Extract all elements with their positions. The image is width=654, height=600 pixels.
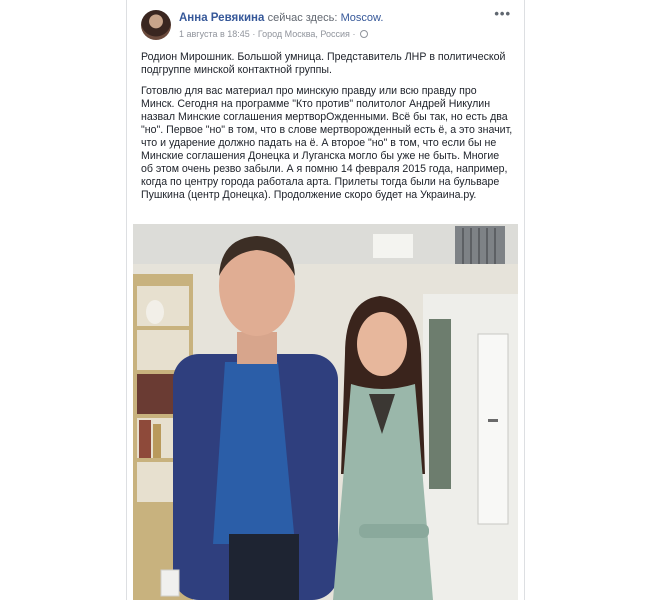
author-name-link[interactable]: Анна Ревякина xyxy=(179,12,264,24)
facebook-post-card: Анна Ревякина сейчас здесь: Moscow. 1 ав… xyxy=(126,0,525,600)
man-trousers xyxy=(229,534,299,600)
post-date-link[interactable]: 1 августа в 18:45 xyxy=(179,29,250,39)
curtain xyxy=(429,319,451,489)
post-header: Анна Ревякина сейчас здесь: Moscow. 1 ав… xyxy=(141,6,511,44)
author-avatar[interactable] xyxy=(141,10,171,40)
ceiling-light xyxy=(373,234,413,258)
post-meta: 1 августа в 18:45 · Город Москва, Россия… xyxy=(179,29,368,39)
photo-illustration xyxy=(133,224,518,600)
post-paragraph: Родион Мирошник. Большой умница. Предста… xyxy=(141,51,506,76)
globe-icon xyxy=(359,30,368,38)
meta-separator: · xyxy=(252,29,256,39)
post-place[interactable]: Город Москва, Россия xyxy=(258,29,350,39)
door xyxy=(477,333,509,525)
post-text: Родион Мирошник. Большой умница. Предста… xyxy=(141,51,513,210)
post-paragraph: Готовлю для вас материал про минскую пра… xyxy=(141,85,513,201)
author-line: Анна Ревякина сейчас здесь: Moscow. xyxy=(179,12,383,24)
status-text: сейчас здесь: xyxy=(267,12,338,24)
post-photo[interactable] xyxy=(133,224,518,600)
woman-head xyxy=(357,312,407,376)
paper-cup xyxy=(160,569,180,597)
more-options-icon[interactable]: ••• xyxy=(494,6,511,21)
meta-separator: · xyxy=(352,29,356,39)
location-link[interactable]: Moscow. xyxy=(341,12,384,24)
